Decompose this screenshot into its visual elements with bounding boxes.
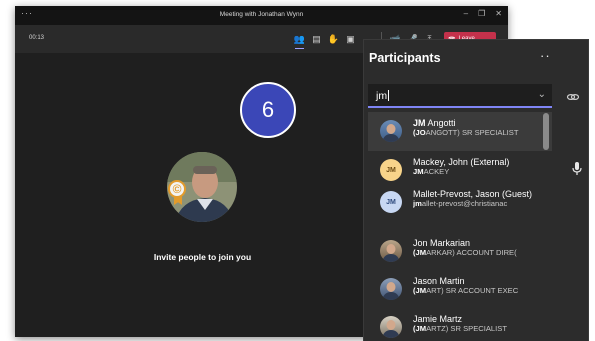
certification-badge-icon: ©	[168, 180, 186, 198]
participant-detail: (JMARKAR) ACCOUNT DIRE(	[413, 249, 552, 258]
screenshot-stage: ··· Meeting with Jonathan Wynn – ❐ ✕ 00:…	[0, 0, 595, 341]
invite-message: Invite people to join you	[153, 252, 252, 262]
minimize-icon[interactable]: –	[464, 9, 468, 18]
avatar-photo	[382, 244, 400, 262]
chat-icon: ▤	[312, 33, 321, 44]
participant-name: Jason Martin	[413, 276, 552, 287]
avatar-photo	[382, 282, 400, 300]
side-microphone-icon[interactable]	[572, 162, 582, 179]
detail-text: ART) SR ACCOUNT EXEC	[426, 286, 519, 295]
name-text: Jamie Martz	[413, 314, 463, 324]
participant-detail: jmallet-prevost@christianac	[413, 200, 552, 209]
participant-text: Mallet-Prevost, Jason (Guest) jmallet-pre…	[413, 189, 552, 209]
avatar-photo	[382, 124, 400, 142]
detail-text: ANGOTT) SR SPECIALIST	[425, 128, 519, 137]
share-tray-icon: ▣	[346, 33, 355, 44]
chevron-down-icon[interactable]: ⌄	[538, 89, 546, 100]
title-bar: ··· Meeting with Jonathan Wynn – ❐ ✕	[15, 6, 508, 25]
participant-result-row[interactable]: Jamie Martz (JMARTZ) SR SPECIALIST	[368, 308, 552, 341]
share-tray-button[interactable]: ▣	[342, 31, 359, 47]
name-text: Mallet-Prevost, Jason (Guest)	[413, 189, 533, 199]
participant-detail: (JMART) SR ACCOUNT EXEC	[413, 287, 552, 296]
panel-title: Participants	[369, 51, 441, 65]
detail-match-highlight: (JM	[413, 248, 427, 257]
search-results-list: JM Angotti (JOANGOTT) SR SPECIALIST JM Mack…	[368, 112, 552, 341]
participant-name: JM Angotti	[413, 118, 552, 129]
initials-avatar: JM	[380, 191, 402, 213]
detail-match-highlight: (JM	[413, 324, 427, 333]
participant-detail: (JMARTZ) SR SPECIALIST	[413, 325, 552, 334]
participant-avatar	[380, 278, 402, 300]
link-glyph	[566, 93, 580, 101]
participant-avatar	[380, 240, 402, 262]
raise-hand-button[interactable]: ✋	[325, 31, 342, 47]
show-chat-button[interactable]: ▤	[308, 31, 325, 47]
raise-hand-icon: ✋	[327, 33, 340, 44]
participant-avatar	[380, 120, 402, 142]
name-text: Jon Markarian	[413, 238, 471, 248]
participant-name: Jon Markarian	[413, 238, 552, 249]
participant-text: Jason Martin (JMART) SR ACCOUNT EXEC	[413, 276, 552, 296]
window-title: Meeting with Jonathan Wynn	[219, 11, 304, 18]
search-value: jm	[376, 90, 390, 102]
detail-text: ARTZ) SR SPECIALIST	[426, 324, 507, 333]
text-caret	[388, 90, 390, 101]
detail-match-highlight: (JO	[413, 128, 426, 137]
participant-avatar	[380, 316, 402, 338]
maximize-icon[interactable]: ❐	[478, 9, 485, 18]
detail-text: allet-prevost@christianac	[421, 199, 508, 208]
participant-name: Jamie Martz	[413, 314, 552, 325]
participant-result-row[interactable]: Jon Markarian (JMARKAR) ACCOUNT DIRE(	[368, 232, 552, 270]
share-link-icon[interactable]	[566, 90, 580, 104]
participant-search-input[interactable]: jm ⌄	[368, 84, 552, 108]
participants-icon: 👥	[293, 33, 306, 44]
step-number-badge: 6	[240, 82, 296, 138]
window-controls: – ❐ ✕	[464, 9, 502, 18]
detail-text: ACKEY	[423, 167, 450, 176]
detail-match-highlight: jm	[413, 199, 422, 208]
participant-result-row[interactable]: JM Angotti (JOANGOTT) SR SPECIALIST	[368, 112, 552, 151]
participant-result-row[interactable]: JM Mackey, John (External) JMACKEY	[368, 151, 552, 183]
meeting-timer: 00:13	[29, 35, 45, 41]
name-text: Jason Martin	[413, 276, 465, 286]
name-text: Mackey, John (External)	[413, 157, 510, 167]
participant-text: Mackey, John (External) JMACKEY	[413, 157, 552, 177]
avatar-photo	[382, 320, 400, 338]
name-text: Angotti	[425, 118, 456, 128]
participant-text: JM Angotti (JOANGOTT) SR SPECIALIST	[413, 118, 552, 138]
participant-detail: (JOANGOTT) SR SPECIALIST	[413, 129, 552, 138]
panel-side-rail	[552, 40, 588, 341]
results-scrollbar[interactable]	[543, 113, 549, 150]
participant-text: Jamie Martz (JMARTZ) SR SPECIALIST	[413, 314, 552, 334]
show-participants-button[interactable]: 👥	[291, 31, 308, 49]
detail-match-highlight: JM	[413, 167, 424, 176]
detail-match-highlight: (JM	[413, 286, 427, 295]
detail-text: ARKAR) ACCOUNT DIRE(	[426, 248, 517, 257]
search-value-text: jm	[376, 90, 388, 102]
mic-glyph	[572, 162, 582, 175]
participant-result-row[interactable]: Jason Martin (JMART) SR ACCOUNT EXEC	[368, 270, 552, 308]
participant-name: Mackey, John (External)	[413, 157, 552, 168]
initials-avatar: JM	[380, 159, 402, 181]
close-window-icon[interactable]: ✕	[495, 9, 502, 18]
participant-detail: JMACKEY	[413, 168, 552, 177]
name-match-highlight: JM	[413, 118, 426, 128]
participant-text: Jon Markarian (JMARKAR) ACCOUNT DIRE(	[413, 238, 552, 258]
participant-result-row[interactable]: JM Mallet-Prevost, Jason (Guest) jmallet-p…	[368, 183, 552, 232]
participant-name: Mallet-Prevost, Jason (Guest)	[413, 189, 552, 200]
